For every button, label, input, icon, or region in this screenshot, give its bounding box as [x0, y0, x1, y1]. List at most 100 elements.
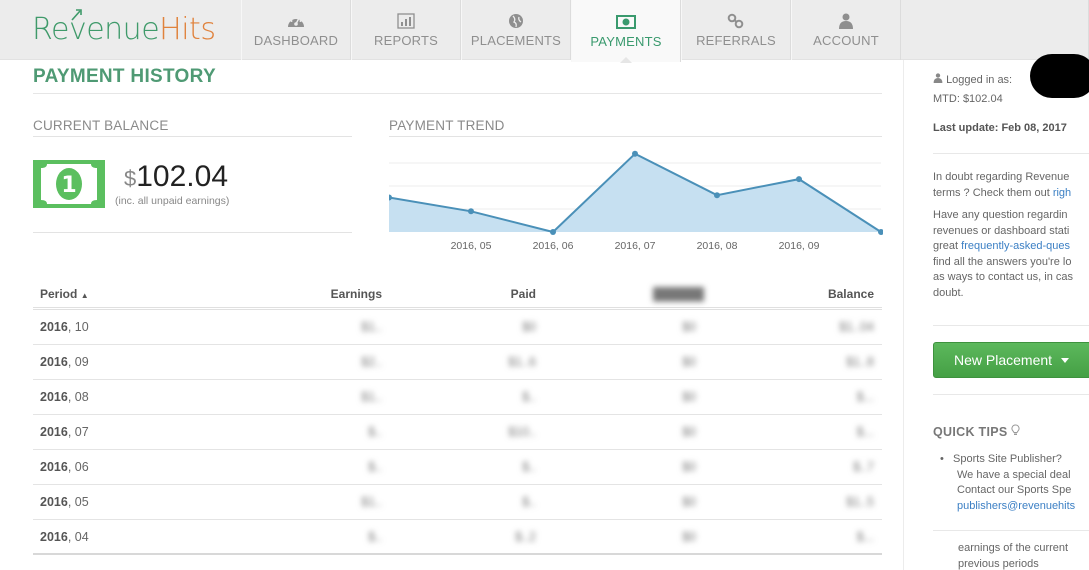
svg-text:1: 1	[61, 173, 76, 198]
chart-point-201608[interactable]	[714, 192, 720, 199]
new-placement-button[interactable]: New Placement	[933, 342, 1089, 378]
nav-account[interactable]: ACCOUNT	[791, 0, 901, 60]
terms-text: In doubt regarding Revenue terms ? Check…	[933, 170, 1071, 201]
redacted-cell: $0	[682, 355, 696, 369]
period-month: , 07	[67, 425, 89, 439]
table-row: 2016, 08 $1.. $.. $0 $...	[33, 380, 882, 415]
table-row: 2016, 05 $1.. $.. $0 $1..5	[33, 485, 882, 520]
nav-dashboard[interactable]: DASHBOARD	[241, 0, 351, 60]
active-tab-caret	[620, 57, 632, 63]
logo-arrow-icon	[71, 9, 82, 21]
chart-point-201609[interactable]	[796, 176, 802, 183]
chart-x-tick-label: 2016, 08	[697, 240, 738, 252]
balance-cell: $...	[856, 390, 874, 404]
table-body: 2016, 10 $1.. $0 $0 $1..04 2016 , 09 $2.. $1..6 $…	[33, 310, 882, 555]
chart-x-tick-label: 2016, 05	[451, 240, 492, 252]
footer-note: earnings of the current previous periods	[958, 541, 1068, 570]
earnings-cell: $..	[368, 530, 382, 544]
balance-cell: $1..04	[839, 320, 874, 334]
globe-icon	[508, 12, 524, 30]
new-placement-label: New Placement	[954, 352, 1053, 368]
payment-trend-divider	[389, 136, 882, 137]
main-nav: DASHBOARD REPORTS PLACEMENTS PAYMENTS RE…	[241, 0, 1089, 63]
logged-in-label: Logged in as:	[946, 74, 1013, 86]
table-row: 2016, 09 $2.. $1..6 $0 $1..8	[33, 345, 882, 380]
table-row: 2016, 04 $.. $..2 $0 $...	[33, 520, 882, 555]
paid-cell: $..	[522, 460, 536, 474]
nav-placements[interactable]: PLACEMENTS	[461, 0, 571, 60]
table-row: 2016, 10 $1.. $0 $0 $1..04	[33, 310, 882, 345]
chart-point-201605[interactable]	[468, 208, 474, 215]
balance-cell: $...	[856, 425, 874, 439]
period-cell: 2016, 05	[40, 495, 89, 509]
balance-cell: $1..8	[846, 355, 874, 369]
column-header-period[interactable]: Period ▲	[40, 287, 89, 301]
faq-line: Have any question regardin	[933, 209, 1068, 221]
logged-in-line: Logged in as:	[933, 73, 1012, 89]
revenuehits-logo[interactable]: RevenueHits	[32, 9, 216, 47]
tip-line: Contact our Sports Spe	[957, 484, 1072, 496]
nav-referrals[interactable]: REFERRALS	[681, 0, 791, 60]
faq-line: great	[933, 240, 962, 252]
earnings-cell: $..	[368, 460, 382, 474]
column-header-earnings[interactable]: Earnings	[331, 287, 382, 301]
balance-bottom-divider	[33, 232, 352, 233]
sidebar-divider-1	[933, 153, 1089, 154]
earnings-cell: $2..	[361, 355, 382, 369]
period-month: , 08	[67, 390, 89, 404]
balance-cell: $..7	[853, 460, 874, 474]
page-title: PAYMENT HISTORY	[33, 66, 216, 87]
earnings-cell: $1..	[361, 495, 382, 509]
dashboard-gauge-icon	[287, 12, 305, 30]
quick-tips-title: QUICK TIPS	[933, 424, 1020, 439]
nav-account-label: ACCOUNT	[813, 33, 879, 48]
nav-payments-label: PAYMENTS	[590, 34, 662, 49]
column-header-paid[interactable]: Paid	[511, 287, 536, 301]
period-cell: 2016, 07	[40, 425, 89, 439]
top-nav-bar: RevenueHits DASHBOARD REPORTS PLACEMENTS	[0, 0, 1089, 63]
period-year: 2016	[40, 530, 68, 544]
logo-text-nue: nue	[104, 12, 160, 47]
logo-text-hits: Hits	[159, 12, 216, 47]
period-month: , 05	[67, 495, 89, 509]
redacted-cell: $0	[682, 495, 696, 509]
column-header-balance[interactable]: Balance	[828, 287, 874, 301]
period-year: 2016	[40, 460, 68, 474]
sidebar-divider-3	[933, 394, 1089, 395]
last-update: Last update: Feb 08, 2017	[933, 121, 1067, 137]
user-icon	[933, 73, 943, 83]
tip-line: We have a special deal	[957, 468, 1071, 481]
balance-value: 102.04	[136, 160, 229, 193]
right-sidebar: Logged in as: MTD: $102.04 Last update: …	[903, 54, 1089, 570]
nav-payments[interactable]: PAYMENTS	[571, 0, 681, 63]
chart-point-201606[interactable]	[550, 229, 556, 235]
earnings-cell: $1..	[361, 390, 382, 404]
period-month: , 09	[67, 355, 89, 369]
period-year: 2016	[40, 495, 68, 509]
nav-reports[interactable]: REPORTS	[351, 0, 461, 60]
period-header-label: Period	[40, 287, 78, 301]
period-cell: 2016, 04	[40, 530, 89, 544]
redacted-username	[1030, 54, 1089, 98]
chart-area-fill	[389, 153, 881, 232]
paid-cell: $1..6	[508, 355, 536, 369]
chart-point-201607[interactable]	[632, 150, 638, 157]
chart-x-tick-label: 2016, 09	[779, 240, 820, 252]
mtd-earnings: MTD: $102.04	[933, 93, 1003, 105]
column-header-redacted[interactable]: ██████	[653, 287, 704, 301]
paid-cell: $..2	[515, 530, 536, 544]
period-month: , 04	[67, 530, 89, 544]
faq-link[interactable]: frequently-asked-ques	[961, 240, 1070, 252]
logo-text-reve: Reve	[32, 12, 105, 47]
terms-link[interactable]: righ	[1053, 187, 1071, 199]
chart-x-tick-label: 2016, 07	[615, 240, 656, 252]
money-bill-icon	[616, 13, 636, 31]
currency-symbol: $	[124, 166, 137, 191]
period-year: 2016	[40, 425, 68, 439]
quick-tips-label: QUICK TIPS	[933, 425, 1008, 439]
publishers-email-link[interactable]: publishers@revenuehits	[957, 500, 1075, 512]
earnings-cell: $..	[368, 425, 382, 439]
paid-cell: $..	[522, 390, 536, 404]
faq-line: revenues or dashboard stati	[933, 224, 1070, 237]
balance-cell: $1..5	[846, 495, 874, 509]
